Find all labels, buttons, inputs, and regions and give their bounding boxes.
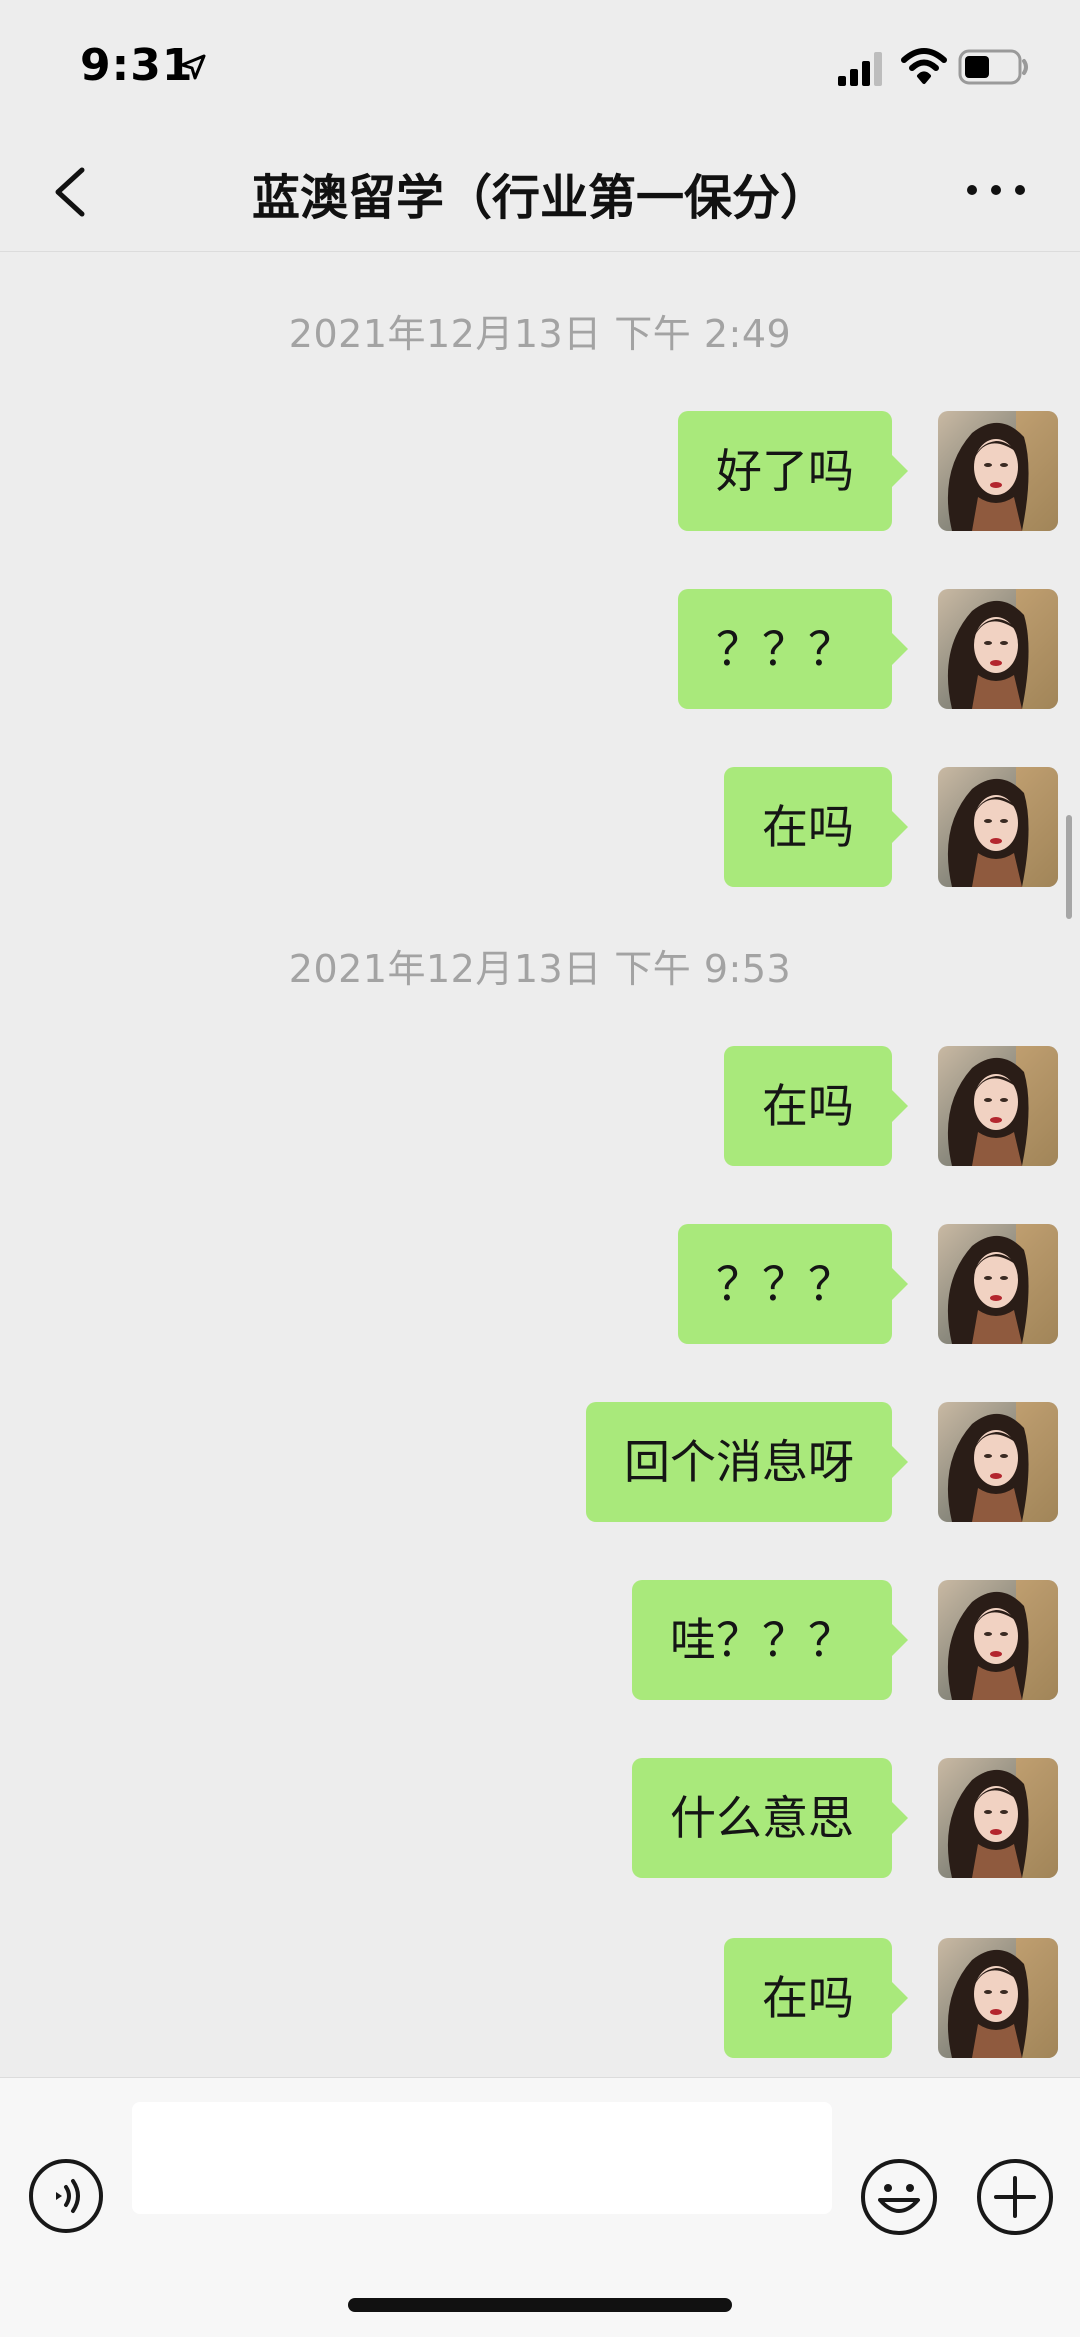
message-row: 哇？？？ xyxy=(0,1580,1080,1700)
message-row: 在吗 xyxy=(0,767,1080,887)
add-icon[interactable] xyxy=(976,2158,1054,2236)
scrollbar-thumb[interactable] xyxy=(1066,815,1072,919)
message-row: 回个消息呀 xyxy=(0,1402,1080,1522)
battery-icon xyxy=(958,49,1028,85)
message-row: ？？？ xyxy=(0,1224,1080,1344)
avatar[interactable] xyxy=(938,1758,1058,1878)
emoji-icon[interactable] xyxy=(860,2158,938,2236)
message-bubble[interactable]: ？？？ xyxy=(678,1224,908,1344)
message-bubble[interactable]: 在吗 xyxy=(724,1046,908,1166)
message-row: 好了吗 xyxy=(0,411,1080,531)
avatar[interactable] xyxy=(938,1580,1058,1700)
message-row: ？？？ xyxy=(0,589,1080,709)
message-bubble[interactable]: ？？？ xyxy=(678,589,908,709)
message-row: 在吗 xyxy=(0,1046,1080,1166)
wifi-icon xyxy=(901,48,947,84)
avatar[interactable] xyxy=(938,1224,1058,1344)
message-bubble[interactable]: 什么意思 xyxy=(632,1758,908,1878)
status-time: 9:31 xyxy=(80,40,194,91)
message-bubble[interactable]: 哇？？？ xyxy=(632,1580,908,1700)
message-input[interactable] xyxy=(132,2102,832,2214)
avatar[interactable] xyxy=(938,1046,1058,1166)
message-bubble[interactable]: 回个消息呀 xyxy=(586,1402,908,1522)
chat-title: 蓝澳留学（行业第一保分） xyxy=(251,170,828,226)
location-arrow-icon xyxy=(180,54,206,80)
home-indicator xyxy=(348,2298,732,2312)
avatar[interactable] xyxy=(938,1938,1058,2058)
more-icon[interactable] xyxy=(964,170,1028,210)
avatar[interactable] xyxy=(938,411,1058,531)
status-bar: 9:31 xyxy=(0,0,1080,132)
signal-icon xyxy=(838,52,882,86)
avatar[interactable] xyxy=(938,589,1058,709)
avatar[interactable] xyxy=(938,1402,1058,1522)
message-row: 在吗 xyxy=(0,1938,1080,2058)
avatar[interactable] xyxy=(938,767,1058,887)
voice-icon[interactable] xyxy=(28,2158,104,2234)
message-bubble[interactable]: 在吗 xyxy=(724,767,908,887)
back-icon[interactable] xyxy=(46,162,90,222)
message-bubble[interactable]: 好了吗 xyxy=(678,411,908,531)
timestamp: 2021年12月13日 下午 9:53 xyxy=(288,947,792,991)
chat-area[interactable]: 2021年12月13日 下午 2:49 好了吗 ？？？ 在吗 2021年12月1… xyxy=(0,253,1080,2077)
message-row: 什么意思 xyxy=(0,1758,1080,1878)
timestamp: 2021年12月13日 下午 2:49 xyxy=(288,312,792,356)
nav-bar: 蓝澳留学（行业第一保分） xyxy=(0,132,1080,252)
message-bubble[interactable]: 在吗 xyxy=(724,1938,908,2058)
